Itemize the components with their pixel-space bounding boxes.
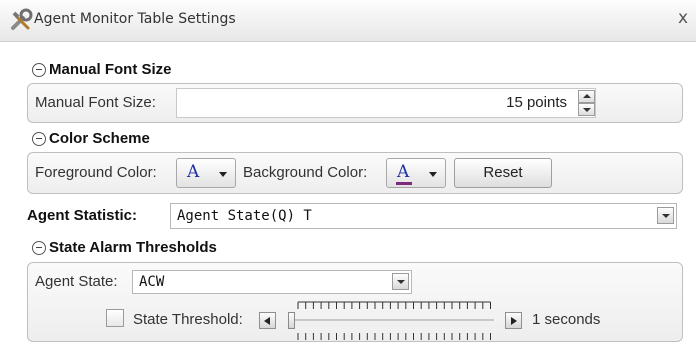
close-icon[interactable]: x xyxy=(678,8,696,28)
foreground-color-label: Foreground Color: xyxy=(35,164,157,181)
color-scheme-header-label: Color Scheme xyxy=(49,130,150,147)
slider-thumb[interactable] xyxy=(288,312,295,329)
chevron-down-icon xyxy=(429,172,437,177)
threshold-value: 1 seconds xyxy=(532,311,601,328)
font-size-input[interactable]: 15 points xyxy=(176,88,596,118)
foreground-color-glyph: A xyxy=(187,162,200,182)
state-alarm-thresholds-header[interactable]: State Alarm Thresholds xyxy=(32,239,217,256)
foreground-color-picker[interactable]: A xyxy=(176,158,236,188)
manual-font-size-header[interactable]: Manual Font Size xyxy=(32,61,172,78)
threshold-slider[interactable] xyxy=(288,300,496,342)
arrow-left-icon[interactable] xyxy=(259,312,276,329)
state-threshold-checkbox[interactable] xyxy=(106,309,124,327)
arrow-right-icon[interactable] xyxy=(505,312,522,329)
color-scheme-header[interactable]: Color Scheme xyxy=(32,130,150,147)
font-size-spinner[interactable] xyxy=(578,90,595,116)
chevron-down-icon xyxy=(219,172,227,177)
chevron-down-icon[interactable] xyxy=(578,103,595,116)
manual-font-size-label: Manual Font Size: xyxy=(35,94,156,111)
collapse-icon[interactable] xyxy=(32,240,46,255)
manual-font-size-header-label: Manual Font Size xyxy=(49,61,172,78)
dropdown-arrow-icon[interactable] xyxy=(392,273,409,290)
slider-track-line xyxy=(290,319,494,321)
agent-state-select[interactable]: ACW xyxy=(132,270,412,294)
background-color-picker[interactable]: A xyxy=(386,158,446,188)
agent-statistic-select[interactable]: Agent State(Q) T xyxy=(170,203,677,229)
settings-tools-icon xyxy=(11,8,33,30)
slider-ticks xyxy=(297,301,491,340)
collapse-icon[interactable] xyxy=(32,62,46,77)
reset-button[interactable]: Reset xyxy=(454,158,552,188)
dropdown-arrow-icon[interactable] xyxy=(657,207,674,224)
collapse-icon[interactable] xyxy=(32,131,46,146)
window-title: Agent Monitor Table Settings xyxy=(34,11,236,27)
title-bar[interactable]: Agent Monitor Table Settings x xyxy=(0,0,696,42)
chevron-up-icon[interactable] xyxy=(578,90,595,103)
agent-state-label: Agent State: xyxy=(35,273,118,290)
background-color-label: Background Color: xyxy=(243,164,368,181)
state-threshold-label: State Threshold: xyxy=(133,311,243,328)
background-color-glyph: A xyxy=(397,162,410,182)
settings-dialog: Agent Monitor Table Settings x Manual Fo… xyxy=(0,0,696,358)
background-color-swatch xyxy=(396,182,412,185)
state-alarm-thresholds-header-label: State Alarm Thresholds xyxy=(49,239,217,256)
agent-statistic-label: Agent Statistic: xyxy=(27,207,138,224)
